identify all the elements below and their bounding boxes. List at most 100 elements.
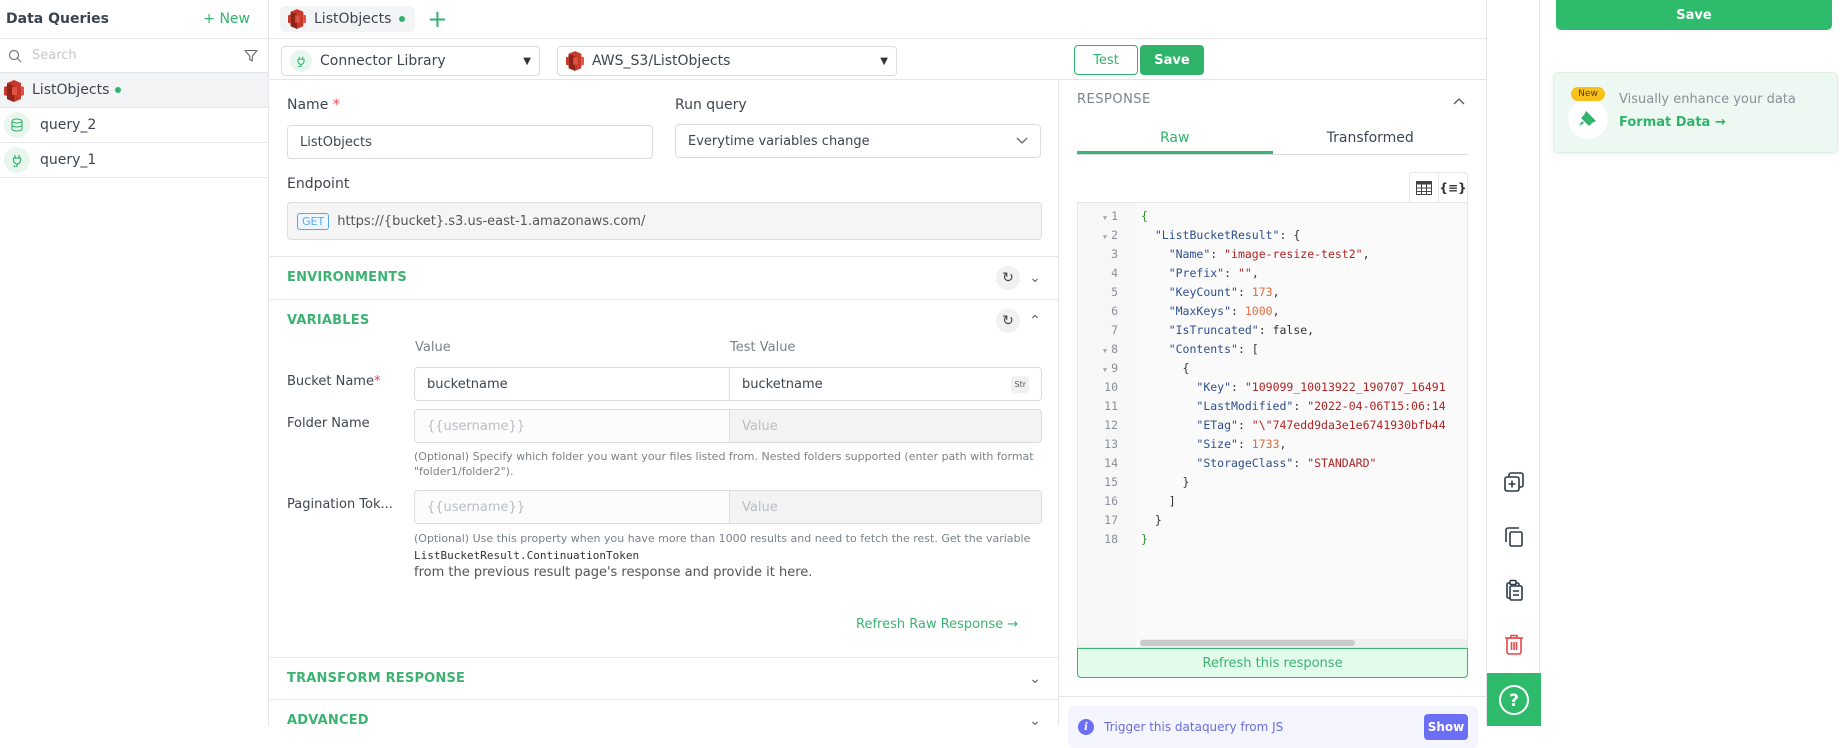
code-text: "IsTruncated": false, xyxy=(1168,323,1315,337)
sidebar-item-label: query_1 xyxy=(40,152,97,168)
help-button[interactable]: ? xyxy=(1487,673,1541,726)
response-code-viewer[interactable]: ▼ 1{▼ 2 "ListBucketResult": {3 "Name": "im… xyxy=(1077,202,1468,648)
sidebar-header: Data Queries + New xyxy=(0,0,268,39)
run-query-label: Run query xyxy=(675,97,747,113)
code-line: 7 "IsTruncated": false, xyxy=(1078,321,1467,340)
line-number: 6 xyxy=(1111,304,1118,318)
plug-icon xyxy=(4,147,30,173)
operation-select[interactable]: AWS_S3/ListObjects ▼ xyxy=(557,46,897,76)
json-view-icon[interactable]: {≡} xyxy=(1439,173,1467,202)
aws-s3-icon xyxy=(288,8,306,30)
environments-section[interactable]: ENVIRONMENTS ↻ ⌄ xyxy=(270,256,1059,298)
search-input[interactable] xyxy=(32,48,234,63)
pagination-token-test-input[interactable]: Value xyxy=(729,490,1042,524)
variable-label-folder-name: Folder Name xyxy=(287,416,370,431)
chevron-down-icon[interactable]: ⌄ xyxy=(1028,713,1042,729)
line-number: 5 xyxy=(1111,285,1118,299)
view-toggle: {≡} xyxy=(1409,172,1468,202)
datasource-select[interactable]: Connector Library ▼ xyxy=(281,46,540,76)
filter-icon[interactable] xyxy=(244,49,258,63)
line-number[interactable]: ▼ 8 xyxy=(1078,340,1118,361)
line-number: 14 xyxy=(1104,456,1118,470)
table-view-icon[interactable] xyxy=(1410,173,1439,202)
pagination-token-value-input[interactable]: {{username}} xyxy=(414,490,730,524)
chevron-down-icon[interactable]: ⌄ xyxy=(1028,270,1042,286)
plug-icon xyxy=(290,50,312,72)
line-number[interactable]: ▼ 1 xyxy=(1078,207,1118,228)
aws-s3-icon xyxy=(4,79,24,102)
pagination-help-code: ListBucketResult.ContinuationToken xyxy=(414,549,640,562)
refresh-response-button[interactable]: Refresh this response xyxy=(1077,648,1468,678)
code-line: 10 "Key": "109099_10013922_190707_16491 xyxy=(1078,378,1467,397)
save-button[interactable]: Save xyxy=(1140,45,1204,75)
tab-transformed[interactable]: Transformed xyxy=(1273,125,1469,154)
test-button[interactable]: Test xyxy=(1074,45,1138,75)
new-query-button[interactable]: + New xyxy=(203,11,250,27)
line-number[interactable]: ▼ 2 xyxy=(1078,226,1118,247)
line-number: 13 xyxy=(1104,437,1118,451)
line-number: 18 xyxy=(1104,532,1118,546)
code-line: 17 } xyxy=(1078,511,1467,530)
datasource-value: Connector Library xyxy=(320,53,446,69)
fold-arrow-icon: ▼ xyxy=(1102,366,1108,374)
duplicate-add-icon[interactable] xyxy=(1502,470,1526,494)
folder-name-value-input[interactable]: {{username}} xyxy=(414,409,730,443)
line-number: 12 xyxy=(1104,418,1118,432)
value-column-header: Value xyxy=(415,340,451,355)
name-input[interactable]: ListObjects xyxy=(287,125,653,159)
code-text: "MaxKeys": 1000, xyxy=(1168,304,1280,318)
help-icon: ? xyxy=(1499,684,1529,715)
refresh-icon[interactable]: ↻ xyxy=(996,265,1020,290)
unsaved-indicator xyxy=(399,16,406,22)
tab-listobjects[interactable]: ListObjects xyxy=(280,6,416,32)
code-text: "ETag": "\"747edd9da3e1e6741930bfb44 xyxy=(1196,418,1446,432)
copy-icon[interactable] xyxy=(1502,525,1526,549)
chevron-down-icon[interactable]: ⌄ xyxy=(1028,671,1042,687)
endpoint-url: https://{bucket}.s3.us-east-1.amazonaws.… xyxy=(337,213,646,229)
chevron-up-icon[interactable]: ⌃ xyxy=(1028,313,1042,329)
fold-arrow-icon: ▼ xyxy=(1102,214,1108,222)
search-icon xyxy=(8,49,22,62)
test-value-text: bucketname xyxy=(742,376,823,392)
code-line: 15 } xyxy=(1078,473,1467,492)
bucket-name-test-input[interactable]: bucketname Str xyxy=(729,367,1042,401)
run-query-select[interactable]: Everytime variables change xyxy=(675,124,1041,158)
endpoint-field[interactable]: GET https://{bucket}.s3.us-east-1.amazon… xyxy=(287,202,1042,240)
code-text: "StorageClass": "STANDARD" xyxy=(1196,456,1377,470)
add-tab-button[interactable]: + xyxy=(427,7,447,31)
paste-icon[interactable] xyxy=(1502,578,1526,602)
variables-section[interactable]: VARIABLES ↻ ⌃ xyxy=(270,299,1059,341)
response-panel: RESPONSE Raw Transformed {≡} ▼ 1 {▼ 2 "List… xyxy=(1060,80,1486,748)
refresh-raw-response-link[interactable]: Refresh Raw Response → xyxy=(856,617,1018,632)
fold-arrow-icon: ▼ xyxy=(1102,233,1108,241)
sidebar-title: Data Queries xyxy=(6,11,109,27)
format-data-link[interactable]: Format Data → xyxy=(1619,115,1726,130)
sidebar-item-listobjects[interactable]: ListObjects xyxy=(0,73,268,108)
bucket-name-value-input[interactable]: bucketname xyxy=(414,367,730,401)
chevron-down-icon xyxy=(1016,137,1028,144)
code-line: 5 "KeyCount": 173, xyxy=(1078,283,1467,302)
show-button[interactable]: Show xyxy=(1424,714,1468,740)
scrollbar-thumb[interactable] xyxy=(1140,640,1355,646)
chevron-up-icon[interactable] xyxy=(1453,97,1465,105)
line-number[interactable]: ▼ 9 xyxy=(1078,359,1118,380)
advanced-section[interactable]: ADVANCED ⌄ xyxy=(270,699,1059,741)
unsaved-indicator xyxy=(115,87,122,93)
sidebar-item-query-1[interactable]: query_1 xyxy=(0,143,268,178)
horizontal-scrollbar[interactable] xyxy=(1140,639,1467,647)
line-number: 7 xyxy=(1111,323,1118,337)
sidebar-item-label: ListObjects xyxy=(32,82,110,98)
tab-raw[interactable]: Raw xyxy=(1077,125,1273,154)
sidebar-item-query-2[interactable]: query_2 xyxy=(0,108,268,143)
line-number: 16 xyxy=(1104,494,1118,508)
folder-name-test-input[interactable]: Value xyxy=(729,409,1042,443)
transform-response-section[interactable]: TRANSFORM RESPONSE ⌄ xyxy=(270,657,1059,699)
name-label: Name * xyxy=(287,97,340,113)
app-save-button[interactable]: Save xyxy=(1556,0,1832,30)
trash-icon[interactable] xyxy=(1502,632,1526,656)
divider xyxy=(1060,696,1486,697)
code-text: } xyxy=(1154,513,1162,527)
refresh-icon[interactable]: ↻ xyxy=(996,308,1020,333)
section-title: VARIABLES xyxy=(287,313,370,328)
code-line: 13 "Size": 1733, xyxy=(1078,435,1467,454)
